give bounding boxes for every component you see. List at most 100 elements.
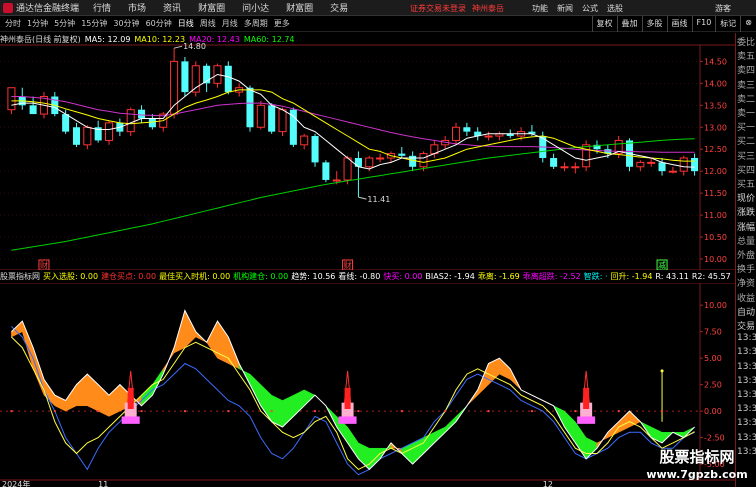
candle-body xyxy=(560,166,569,169)
candle-body xyxy=(658,162,666,172)
side-panel-label: 现价 xyxy=(737,194,756,205)
zero-line-dot xyxy=(661,410,664,413)
candle-body xyxy=(138,109,146,119)
side-panel-label: 13:38 xyxy=(737,347,756,358)
side-panel-label: 13:38 xyxy=(737,361,756,372)
side-panel-label: 卖二 xyxy=(737,94,756,105)
low-pointer xyxy=(358,196,367,200)
price-tick-label: 10.00 xyxy=(704,255,727,264)
indicator-band xyxy=(444,415,457,433)
candle-body xyxy=(354,158,362,167)
price-tick-label: 11.00 xyxy=(704,211,727,220)
side-panel-label: 卖三 xyxy=(737,80,756,91)
ma60-line xyxy=(11,138,695,251)
indicator-name: 股票指标网 xyxy=(0,272,40,281)
indicator-item: R2: 45.57 xyxy=(691,272,731,281)
candle-body xyxy=(343,157,352,181)
price-tick-label: 10.50 xyxy=(704,233,727,242)
side-panel-label: 13:38 xyxy=(737,418,756,429)
buy-signal-strip xyxy=(121,416,140,424)
low-annotation: 11.41 xyxy=(367,195,390,204)
event-marker: 财 xyxy=(344,260,352,270)
side-panel-label: 买五 xyxy=(737,180,756,190)
indicator-band xyxy=(22,321,34,369)
price-tick-label: 13.00 xyxy=(704,123,727,132)
indicator-item: 快买: 0.00 xyxy=(383,272,423,281)
side-panel-label: 交易 xyxy=(737,322,756,332)
candle-body xyxy=(571,166,580,169)
zero-line-dot xyxy=(140,410,143,413)
candle-body xyxy=(278,109,287,133)
candle-body xyxy=(224,65,232,93)
ma60-value: MA60: 12.74 xyxy=(243,34,295,44)
candle-body xyxy=(647,161,656,164)
indicator-tick-label: 10.00 xyxy=(704,301,727,310)
candle-body xyxy=(679,157,688,172)
candle-body xyxy=(29,105,37,115)
indicator-item: 乖离: -1.69 xyxy=(477,272,520,281)
zero-line-dot xyxy=(97,410,100,413)
side-panel-label: 13:38 xyxy=(737,432,756,443)
candle-body xyxy=(181,61,189,93)
side-panel-label: 13:38 xyxy=(737,390,756,400)
indicator-band xyxy=(303,389,316,407)
candle-body xyxy=(246,87,254,128)
candle-body xyxy=(62,114,70,132)
side-panel-label: 外盘 xyxy=(737,251,756,261)
candle-body xyxy=(636,161,645,168)
side-panel-label: 13:38 xyxy=(737,375,756,386)
side-panel-label: 委比 xyxy=(737,38,756,48)
event-marker: 减 xyxy=(658,260,666,270)
zero-line-dot xyxy=(574,410,577,413)
candle-body xyxy=(170,60,179,115)
ma10-line xyxy=(11,89,695,163)
quote-side-panel: 委比 卖五 卖四 卖三 卖二 卖一 买一 买二 买三 买四 买五 现价 涨跌 涨幅 总量 外盘 换手 净资 收益 自动… xyxy=(735,33,756,487)
buy-signal-bar xyxy=(127,387,134,410)
zero-line-dot xyxy=(314,410,317,413)
zero-line-dot xyxy=(617,410,620,413)
indicator-tick-label: 0.00 xyxy=(704,407,722,416)
indicator-item: 智跌: · xyxy=(583,272,608,281)
side-panel-label: 总量 xyxy=(737,236,756,247)
kline-chart[interactable]: 14.50 14.00 13.50 13.00 12.50 12.00 11.50 11.00… xyxy=(0,0,756,487)
buy-signal-strip xyxy=(577,416,596,424)
candle-body xyxy=(365,157,374,168)
x-axis-label: 11 xyxy=(98,480,108,487)
indicator-item: 建仓买点: 0.00 xyxy=(101,272,157,281)
buy-signal-strip xyxy=(338,416,357,424)
buy-signal-bar xyxy=(583,387,590,410)
indicator-tick-label: -2.50 xyxy=(704,434,725,443)
candle-body xyxy=(484,135,493,138)
indicator-band xyxy=(293,389,305,417)
zero-line-dot xyxy=(444,410,447,413)
zero-line-dot xyxy=(183,410,186,413)
candle-body xyxy=(126,109,135,133)
candle-body xyxy=(300,135,309,146)
zero-line-dot xyxy=(10,410,13,413)
candle-body xyxy=(550,158,558,167)
ma20-value: MA20: 12.43 xyxy=(189,34,240,44)
ma-info-line: 神州泰岳(日线 前复权) MA5: 12.09 MA10: 12.23 MA20… xyxy=(0,33,735,45)
price-tick-label: 14.50 xyxy=(704,57,727,66)
side-panel-label: 净资 xyxy=(737,279,756,290)
price-tick-label: 13.50 xyxy=(704,101,727,110)
candle-body xyxy=(268,105,276,132)
candle-body xyxy=(398,153,406,156)
candle-body xyxy=(148,118,156,128)
candle-body xyxy=(72,127,81,145)
zero-line-dot xyxy=(530,410,533,413)
indicator-band xyxy=(347,426,359,460)
side-panel-label: 13:38 xyxy=(737,404,756,415)
candle-body xyxy=(83,126,92,146)
indicator-item: 看线: -0.80 xyxy=(338,272,381,281)
zero-line-dot xyxy=(270,410,273,413)
candle-body xyxy=(256,104,265,128)
zero-line-dot xyxy=(357,410,360,413)
indicator-item: 买入选股: 0.00 xyxy=(43,272,99,281)
price-tick-label: 12.00 xyxy=(704,167,727,176)
candle-body xyxy=(582,144,591,168)
candle-body xyxy=(376,157,385,160)
watermark-url: www.7gpzb.com xyxy=(646,468,748,481)
indicator-band xyxy=(11,320,23,338)
side-panel-label: 自动 xyxy=(737,307,756,318)
